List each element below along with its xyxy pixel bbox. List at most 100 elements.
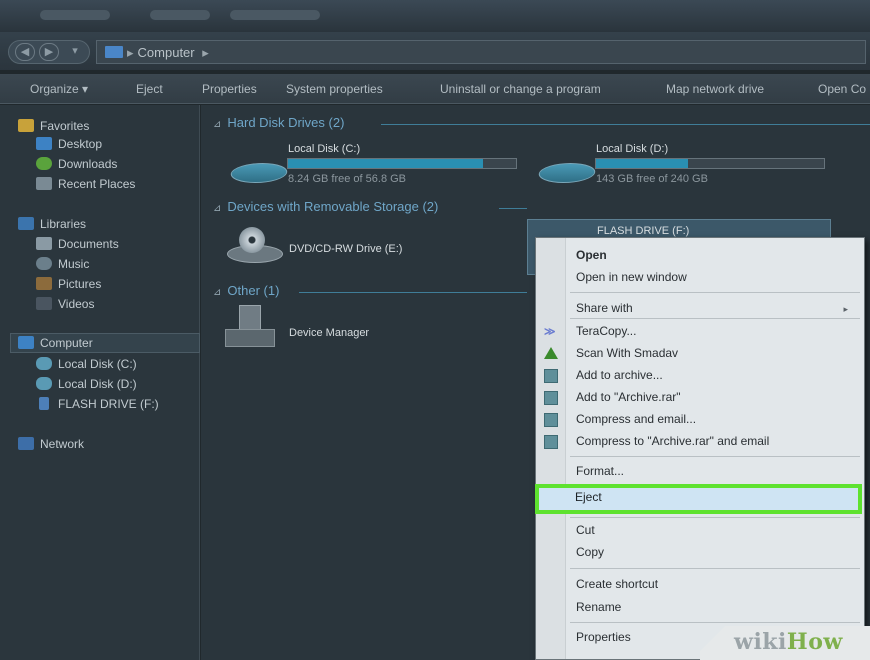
menu-separator [570, 568, 860, 569]
sidebar-label: Videos [58, 297, 95, 311]
sidebar-item-local-disk-d[interactable]: Local Disk (D:) [36, 377, 137, 391]
disc-icon [239, 227, 265, 253]
libraries-icon [18, 217, 34, 230]
system-properties-button[interactable]: System properties [286, 82, 383, 96]
hard-disk-icon [227, 163, 291, 183]
menu-item-scan-smadav[interactable]: Scan With Smadav [576, 346, 678, 360]
sidebar-item-local-disk-c[interactable]: Local Disk (C:) [36, 357, 137, 371]
menu-item-add-to-archive-rar[interactable]: Add to "Archive.rar" [576, 390, 681, 404]
disk-icon [36, 357, 52, 370]
drive-c-name[interactable]: Local Disk (C:) [288, 143, 360, 155]
navigation-pane: Favorites Desktop Downloads Recent Place… [0, 105, 200, 660]
organize-button[interactable]: Organize ▾ [30, 82, 88, 96]
group-other[interactable]: ⊿ Other (1) [213, 283, 279, 298]
dvd-drive-name[interactable]: DVD/CD-RW Drive (E:) [289, 243, 402, 255]
drive-d-name[interactable]: Local Disk (D:) [596, 143, 668, 155]
sidebar-item-videos[interactable]: Videos [36, 297, 94, 311]
menu-item-open[interactable]: Open [576, 248, 607, 262]
sidebar-item-music[interactable]: Music [36, 257, 89, 271]
sidebar-item-network[interactable]: Network [18, 437, 84, 451]
back-button-icon[interactable]: ◀ [15, 43, 35, 61]
documents-icon [36, 237, 52, 250]
address-field[interactable]: ▸ Computer ▸ [96, 40, 866, 64]
collapse-triangle-icon[interactable]: ⊿ [213, 203, 221, 214]
sidebar-item-favorites[interactable]: Favorites [18, 119, 89, 133]
title-blur [40, 10, 110, 20]
menu-item-open-new-window[interactable]: Open in new window [576, 270, 687, 284]
device-board-icon [225, 329, 275, 347]
menu-item-create-shortcut[interactable]: Create shortcut [576, 577, 658, 591]
submenu-arrow-icon: ▸ [843, 304, 848, 314]
menu-item-format[interactable]: Format... [576, 464, 624, 478]
sidebar-item-recent-places[interactable]: Recent Places [36, 177, 135, 191]
star-icon [18, 119, 34, 132]
menu-item-teracopy[interactable]: TeraCopy... [576, 324, 636, 338]
group-heading: Hard Disk Drives (2) [227, 115, 345, 130]
drive-d-free-space: 143 GB free of 240 GB [596, 173, 708, 185]
teracopy-icon: ≫ [544, 326, 556, 338]
sidebar-item-computer[interactable]: Computer [18, 336, 93, 350]
winrar-icon [544, 435, 558, 449]
sidebar-label: FLASH DRIVE (F:) [58, 397, 159, 411]
sidebar-item-pictures[interactable]: Pictures [36, 277, 101, 291]
device-manager-name[interactable]: Device Manager [289, 327, 369, 339]
group-removable-storage[interactable]: ⊿ Devices with Removable Storage (2) [213, 199, 438, 214]
computer-icon [18, 336, 34, 349]
collapse-triangle-icon[interactable]: ⊿ [213, 119, 221, 130]
menu-item-compress-email[interactable]: Compress and email... [576, 412, 696, 426]
menu-item-share-with[interactable]: Share with [576, 301, 633, 315]
disk-icon [36, 377, 52, 390]
sidebar-label: Documents [58, 237, 119, 251]
drive-d-usage-bar [595, 158, 825, 169]
network-icon [18, 437, 34, 450]
drive-c-usage-fill [288, 159, 483, 168]
breadcrumb[interactable]: ▸ Computer ▸ [127, 45, 213, 61]
menu-item-copy[interactable]: Copy [576, 545, 604, 559]
menu-item-compress-rar-email[interactable]: Compress to "Archive.rar" and email [576, 434, 769, 448]
drive-c-usage-bar [287, 158, 517, 169]
menu-separator [570, 318, 860, 319]
device-manager-icon [225, 305, 275, 349]
title-blur [150, 10, 210, 20]
sidebar-item-desktop[interactable]: Desktop [36, 137, 102, 151]
wikihow-watermark: wikiHow [700, 626, 870, 660]
winrar-icon [544, 369, 558, 383]
watermark-wiki: wiki [734, 629, 787, 655]
menu-item-cut[interactable]: Cut [576, 523, 595, 537]
sidebar-item-libraries[interactable]: Libraries [18, 217, 86, 231]
recent-places-icon [36, 177, 52, 190]
breadcrumb-computer[interactable]: Computer [138, 45, 195, 60]
menu-item-rename[interactable]: Rename [576, 600, 621, 614]
sidebar-item-downloads[interactable]: Downloads [36, 157, 117, 171]
sidebar-label: Computer [40, 336, 93, 350]
menu-item-add-to-archive[interactable]: Add to archive... [576, 368, 663, 382]
map-network-drive-button[interactable]: Map network drive [666, 82, 764, 96]
breadcrumb-separator: ▸ [127, 45, 134, 60]
menu-item-eject[interactable]: Eject [575, 490, 602, 504]
sidebar-label: Network [40, 437, 85, 451]
pictures-icon [36, 277, 52, 290]
properties-toolbar-button[interactable]: Properties [202, 82, 257, 96]
music-icon [36, 257, 52, 270]
usb-drive-icon [39, 397, 49, 410]
recent-pages-icon[interactable]: ▾ [65, 43, 85, 61]
eject-toolbar-button[interactable]: Eject [136, 82, 163, 96]
flash-drive-name[interactable]: FLASH DRIVE (F:) [597, 225, 689, 237]
uninstall-program-button[interactable]: Uninstall or change a program [440, 82, 601, 96]
group-heading: Other (1) [227, 283, 280, 298]
forward-button-icon[interactable]: ▶ [39, 43, 59, 61]
open-control-panel-button[interactable]: Open Co [818, 82, 866, 96]
watermark-how: How [786, 629, 843, 655]
menu-separator [570, 456, 860, 457]
sidebar-item-documents[interactable]: Documents [36, 237, 119, 251]
collapse-triangle-icon[interactable]: ⊿ [213, 287, 221, 298]
breadcrumb-separator[interactable]: ▸ [202, 45, 209, 60]
menu-item-properties[interactable]: Properties [576, 630, 631, 644]
sidebar-label: Local Disk (D:) [58, 377, 137, 391]
sidebar-item-flash-drive[interactable]: FLASH DRIVE (F:) [36, 397, 159, 411]
sidebar-label: Local Disk (C:) [58, 357, 137, 371]
downloads-icon [36, 157, 52, 170]
videos-icon [36, 297, 52, 310]
group-hard-disk-drives[interactable]: ⊿ Hard Disk Drives (2) [213, 115, 344, 130]
sidebar-label: Pictures [58, 277, 102, 291]
